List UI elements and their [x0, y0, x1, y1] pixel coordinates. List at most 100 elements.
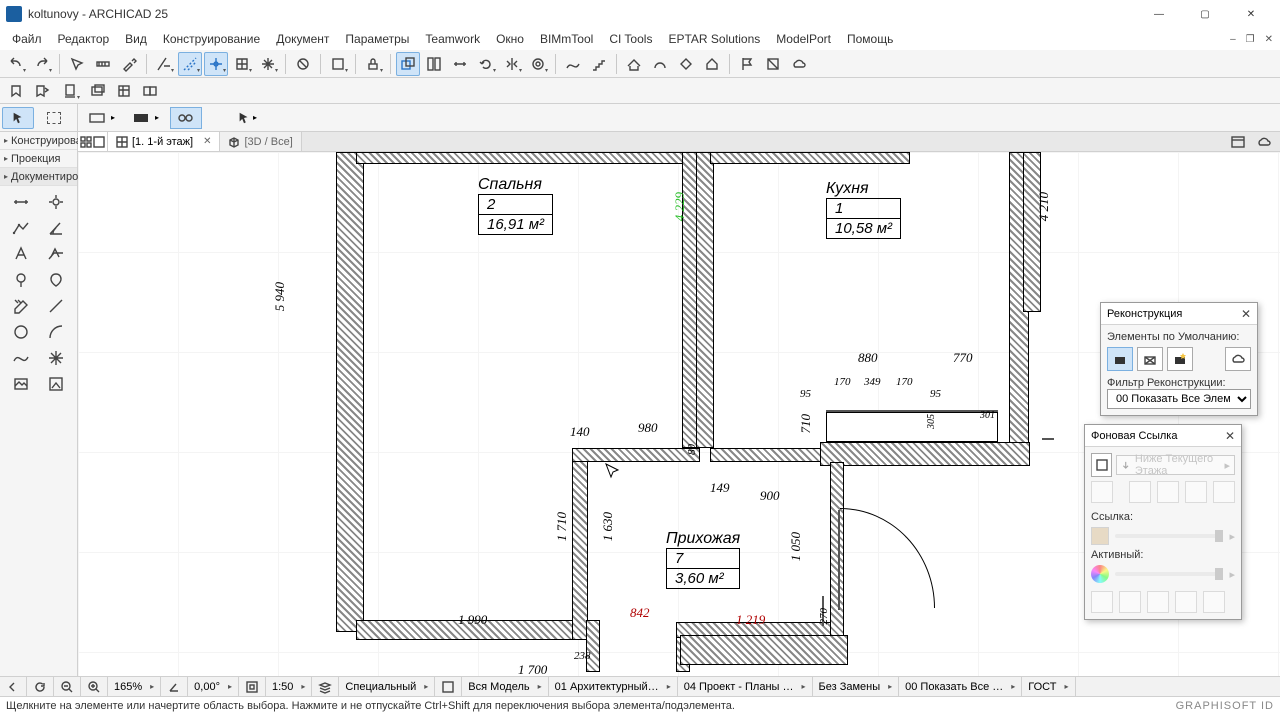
- menu-citools[interactable]: CI Tools: [601, 30, 660, 48]
- ref-bot-2[interactable]: [1119, 591, 1141, 613]
- spline-button[interactable]: [561, 52, 585, 76]
- ctx-btn-3[interactable]: [170, 107, 202, 129]
- nav-zoom-in[interactable]: [81, 677, 108, 696]
- label-tool[interactable]: [40, 242, 74, 266]
- menu-options[interactable]: Параметры: [337, 30, 417, 48]
- flag-button[interactable]: [735, 52, 759, 76]
- ref-active-slider[interactable]: [1115, 572, 1223, 576]
- brand-label[interactable]: GRAPHISOFT ID: [1176, 700, 1274, 712]
- reference-panel[interactable]: Фоновая Ссылка ✕ Ниже Текущего Этажа▸: [1084, 424, 1242, 620]
- favorites-button[interactable]: [4, 79, 28, 103]
- renovation-button[interactable]: [138, 79, 162, 103]
- undo-button[interactable]: [4, 52, 28, 76]
- home-button[interactable]: [700, 52, 724, 76]
- ref-bot-5[interactable]: [1203, 591, 1225, 613]
- nav-std[interactable]: ГОСТ▸: [1022, 677, 1075, 696]
- section-design[interactable]: ▸Конструирова: [0, 132, 77, 150]
- nav-angle-icon[interactable]: [161, 677, 188, 696]
- section-button[interactable]: [761, 52, 785, 76]
- ref-btn-5[interactable]: [1213, 481, 1235, 503]
- arc-tool[interactable]: [40, 320, 74, 344]
- nav-layerset[interactable]: Специальный▸: [339, 677, 435, 696]
- measure-button[interactable]: [91, 52, 115, 76]
- ref-link-swatch[interactable]: [1091, 527, 1109, 545]
- nav-layer-icon[interactable]: [312, 677, 339, 696]
- rotate-button[interactable]: [474, 52, 498, 76]
- ctx-btn-2[interactable]: ▸: [126, 107, 166, 129]
- tab-cloud-icon[interactable]: [1252, 130, 1276, 154]
- nav-zoom-out[interactable]: [54, 677, 81, 696]
- suspend-button[interactable]: [291, 52, 315, 76]
- ref-bot-1[interactable]: [1091, 591, 1113, 613]
- menu-document[interactable]: Документ: [268, 30, 337, 48]
- marquee-tool[interactable]: [38, 107, 70, 129]
- recon-keep-icon[interactable]: [1107, 347, 1133, 371]
- line-tool[interactable]: [40, 294, 74, 318]
- nav-scale-icon[interactable]: [239, 677, 266, 696]
- surface-snap-button[interactable]: [256, 52, 280, 76]
- menu-file[interactable]: Файл: [4, 30, 50, 48]
- tab-floor-plan[interactable]: [1. 1-й этаж] ✕: [108, 132, 220, 151]
- tab-3d[interactable]: [3D / Все]: [220, 132, 301, 151]
- trace-button[interactable]: [396, 52, 420, 76]
- level-dim-tool[interactable]: [40, 190, 74, 214]
- menu-eptar[interactable]: EPTAR Solutions: [660, 30, 768, 48]
- menu-window[interactable]: Окно: [488, 30, 532, 48]
- nav-zoom[interactable]: 165%▸: [108, 677, 161, 696]
- mirror-button[interactable]: [500, 52, 524, 76]
- lock-button[interactable]: [361, 52, 385, 76]
- stair-button[interactable]: [587, 52, 611, 76]
- multiply-button[interactable]: [526, 52, 550, 76]
- menu-design[interactable]: Конструирование: [155, 30, 268, 48]
- cursor-snap-button[interactable]: [152, 52, 176, 76]
- zone-tool[interactable]: [40, 268, 74, 292]
- tab-grid-icon[interactable]: [78, 132, 108, 151]
- ctx-btn-1[interactable]: ▸: [82, 107, 122, 129]
- doc-restore[interactable]: ❐: [1243, 34, 1258, 45]
- ref-toggle-icon[interactable]: [1091, 453, 1112, 477]
- pick-button[interactable]: [65, 52, 89, 76]
- morph-button[interactable]: [674, 52, 698, 76]
- marker-tool[interactable]: [4, 268, 38, 292]
- nav-scale[interactable]: 1:50▸: [266, 677, 312, 696]
- ref-close-icon[interactable]: ✕: [1225, 429, 1235, 443]
- align-button[interactable]: [422, 52, 446, 76]
- reconstruction-panel[interactable]: Реконструкция ✕ Элементы по Умолчанию: Ф…: [1100, 302, 1258, 416]
- nav-showall[interactable]: 00 Показать Все …▸: [899, 677, 1022, 696]
- recon-settings-icon[interactable]: [1225, 347, 1251, 371]
- tab-close-icon[interactable]: ✕: [203, 136, 211, 147]
- layer-button[interactable]: [58, 79, 82, 103]
- arrow-tool[interactable]: [2, 107, 34, 129]
- ref-btn-3[interactable]: [1157, 481, 1179, 503]
- figure-tool[interactable]: [4, 372, 38, 396]
- fill-tool[interactable]: [4, 294, 38, 318]
- favorites2-button[interactable]: [30, 79, 54, 103]
- circle-tool[interactable]: [4, 320, 38, 344]
- mvo-button[interactable]: [112, 79, 136, 103]
- minimize-button[interactable]: —: [1136, 0, 1182, 28]
- snap-guide-button[interactable]: [204, 52, 228, 76]
- hotspot-tool[interactable]: [40, 346, 74, 370]
- ctx-arrow[interactable]: ▸: [230, 107, 264, 129]
- ref-btn-4[interactable]: [1185, 481, 1207, 503]
- menu-teamwork[interactable]: Teamwork: [417, 30, 488, 48]
- recon-new-icon[interactable]: [1167, 347, 1193, 371]
- section-document[interactable]: ▸Документирова: [0, 168, 77, 186]
- element-button[interactable]: [326, 52, 350, 76]
- ref-bot-3[interactable]: [1147, 591, 1169, 613]
- ref-story-select[interactable]: Ниже Текущего Этажа▸: [1116, 455, 1235, 475]
- recon-filter-select[interactable]: 00 Показать Все Элементы: [1107, 389, 1251, 409]
- guideline-button[interactable]: [178, 52, 202, 76]
- tab-nav-icon[interactable]: [1226, 130, 1250, 154]
- nav-plan[interactable]: 04 Проект - Планы …▸: [678, 677, 813, 696]
- roof-button[interactable]: [622, 52, 646, 76]
- maximize-button[interactable]: ▢: [1182, 0, 1228, 28]
- ref-link-slider[interactable]: [1115, 534, 1223, 538]
- nav-model[interactable]: Вся Модель▸: [462, 677, 548, 696]
- ref-btn-1[interactable]: [1091, 481, 1113, 503]
- angle-dim-tool[interactable]: [40, 216, 74, 240]
- shell-button[interactable]: [648, 52, 672, 76]
- graphic-override-button[interactable]: [86, 79, 110, 103]
- menu-view[interactable]: Вид: [117, 30, 155, 48]
- doc-close[interactable]: ✕: [1262, 34, 1276, 45]
